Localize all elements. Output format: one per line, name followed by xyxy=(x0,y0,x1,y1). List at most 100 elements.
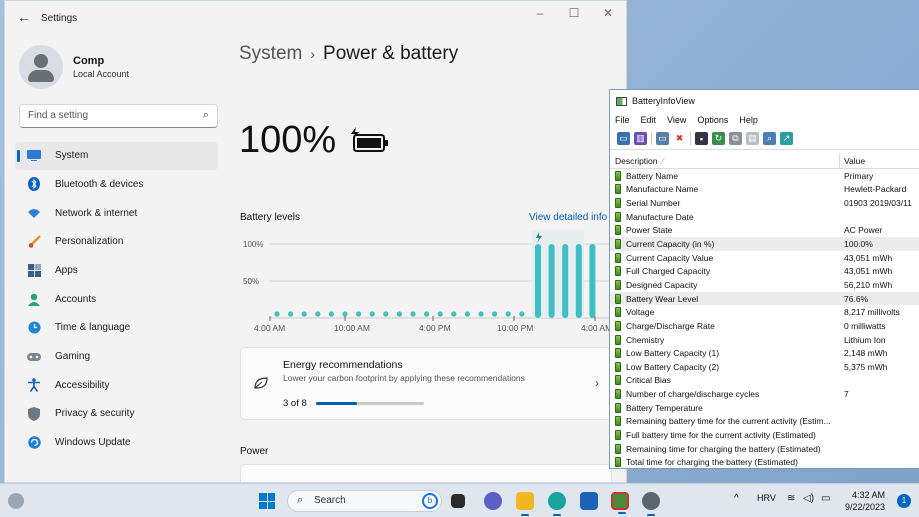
store-icon[interactable] xyxy=(580,492,598,510)
table-row[interactable]: Full Charged Capacity 43,051 mWh xyxy=(610,264,919,278)
row-description: Designed Capacity xyxy=(610,279,840,290)
chart-bar[interactable] xyxy=(535,244,541,318)
energy-recommendations-card[interactable]: Energy recommendations Lower your carbon… xyxy=(240,347,612,420)
menu-view[interactable]: View xyxy=(667,115,686,125)
save-icon[interactable]: ▪ xyxy=(695,132,708,145)
row-description: Low Battery Capacity (1) xyxy=(610,348,840,359)
menu-edit[interactable]: Edit xyxy=(641,115,657,125)
battery-log-icon[interactable]: ▥ xyxy=(634,132,647,145)
refresh-icon[interactable]: ↻ xyxy=(712,132,725,145)
wifi-icon[interactable]: ≋ xyxy=(787,493,795,504)
table-row[interactable]: Chemistry Lithium Ion xyxy=(610,333,919,347)
widgets-icon[interactable] xyxy=(8,493,24,509)
row-description-text: Manufacture Date xyxy=(626,211,694,222)
bing-icon[interactable]: b xyxy=(422,493,438,509)
sidebar-item-accessibility[interactable]: Accessibility xyxy=(15,372,218,400)
sidebar-item-time-language[interactable]: Time & language xyxy=(15,314,218,342)
minimize-icon[interactable]: – xyxy=(530,6,550,20)
menu-options[interactable]: Options xyxy=(697,115,728,125)
table-row[interactable]: Manufacture Date xyxy=(610,210,919,224)
table-row[interactable]: Battery Temperature xyxy=(610,401,919,415)
battery-row-icon xyxy=(615,375,621,386)
window-icon[interactable]: ▭ xyxy=(656,132,669,145)
column-header-description[interactable]: Description ⁄ xyxy=(610,153,840,168)
row-description-text: Full battery time for the current activi… xyxy=(626,429,816,440)
table-row[interactable]: Remaining time for charging the battery … xyxy=(610,442,919,456)
table-row[interactable]: Voltage 8,217 millivolts xyxy=(610,305,919,319)
copy-icon[interactable]: ⧉ xyxy=(729,132,742,145)
table-row[interactable]: Remaining battery time for the current a… xyxy=(610,415,919,429)
menu-file[interactable]: File xyxy=(615,115,630,125)
sidebar-item-windows-update[interactable]: Windows Update xyxy=(15,429,218,457)
biv-title-bar: BatteryInfoView xyxy=(610,90,919,112)
file-explorer-icon[interactable] xyxy=(516,492,534,516)
sidebar-item-system[interactable]: System xyxy=(15,142,218,170)
sidebar-item-network[interactable]: Network & internet xyxy=(15,199,218,227)
sidebar-item-bluetooth[interactable]: Bluetooth & devices xyxy=(15,171,218,199)
user-profile[interactable]: Comp Local Account xyxy=(19,45,129,89)
row-description-text: Battery Wear Level xyxy=(626,293,699,304)
sidebar-item-accounts[interactable]: Accounts xyxy=(15,285,218,313)
row-value: 8,217 millivolts xyxy=(844,307,900,318)
table-row[interactable]: Full battery time for the current activi… xyxy=(610,428,919,442)
exit-icon[interactable]: ↗ xyxy=(780,132,793,145)
table-row[interactable]: Critical Bias xyxy=(610,374,919,388)
chart-idle-dot xyxy=(396,311,402,317)
notification-badge[interactable]: 1 xyxy=(897,494,911,508)
chart-bar[interactable] xyxy=(548,244,555,318)
battery-row-icon xyxy=(615,443,621,454)
language-indicator[interactable]: HRV xyxy=(757,493,776,503)
search-icon: ⌕ xyxy=(202,109,209,121)
table-row[interactable]: Total time for charging the battery (Est… xyxy=(610,455,919,468)
table-row[interactable]: Power State AC Power xyxy=(610,224,919,238)
breadcrumb-parent[interactable]: System xyxy=(239,43,302,64)
back-arrow-icon[interactable]: ← xyxy=(17,9,31,25)
clock[interactable]: 4:32 AM 9/22/2023 xyxy=(845,489,885,513)
sidebar-item-privacy-security[interactable]: Privacy & security xyxy=(15,400,218,428)
taskbar-search[interactable]: ⌕ Search b xyxy=(287,490,442,512)
table-row[interactable]: Current Capacity Value 43,051 mWh xyxy=(610,251,919,265)
row-description: Current Capacity Value xyxy=(610,252,840,263)
edge-icon[interactable] xyxy=(548,492,566,516)
table-row[interactable]: Low Battery Capacity (2) 5,375 mWh xyxy=(610,360,919,374)
page-title: Power & battery xyxy=(323,43,459,64)
chevron-up-icon[interactable]: ^ xyxy=(734,493,739,504)
menu-help[interactable]: Help xyxy=(739,115,758,125)
view-detailed-info-link[interactable]: View detailed info xyxy=(529,212,607,223)
table-row[interactable]: Current Capacity (in %) 100.0% xyxy=(610,237,919,251)
settings-search-input[interactable]: Find a setting ⌕ xyxy=(19,104,218,128)
table-row[interactable]: Manufacture Name Hewlett-Packard xyxy=(610,183,919,197)
table-row[interactable]: Battery Wear Level 76.6% xyxy=(610,291,919,306)
table-row[interactable]: Serial Number 01903 2019/03/11 xyxy=(610,196,919,210)
battery-charging-icon xyxy=(351,127,388,152)
table-row[interactable]: Low Battery Capacity (1) 2,148 mWh xyxy=(610,346,919,360)
batteryinfoview-taskbar-icon[interactable] xyxy=(611,492,629,514)
sidebar-item-apps[interactable]: Apps xyxy=(15,257,218,285)
chevron-right-icon[interactable]: › xyxy=(595,376,599,390)
row-description: Battery Name xyxy=(610,170,840,181)
table-row[interactable]: Designed Capacity 56,210 mWh xyxy=(610,278,919,292)
battery-icon[interactable]: ▭ xyxy=(821,493,830,504)
html-report-icon[interactable]: ▤ xyxy=(746,132,759,145)
chart-bar[interactable] xyxy=(562,244,569,318)
volume-icon[interactable]: ◁) xyxy=(803,493,814,504)
task-view-icon[interactable] xyxy=(451,494,465,508)
table-row[interactable]: Number of charge/discharge cycles 7 xyxy=(610,387,919,401)
sidebar-item-gaming[interactable]: Gaming xyxy=(15,343,218,371)
chart-bar[interactable] xyxy=(575,244,582,318)
sidebar-item-personalization[interactable]: Personalization xyxy=(15,228,218,256)
settings-gear-icon[interactable] xyxy=(642,492,660,516)
close-icon[interactable]: ✕ xyxy=(598,6,618,20)
table-row[interactable]: Battery Name Primary xyxy=(610,169,919,183)
battery-info-icon[interactable]: ▭ xyxy=(617,132,630,145)
chat-icon[interactable] xyxy=(484,492,502,510)
row-description: Battery Temperature xyxy=(610,402,840,413)
column-header-value[interactable]: Value xyxy=(840,156,865,166)
find-icon[interactable]: ⌕ xyxy=(763,132,776,145)
start-button[interactable] xyxy=(259,493,275,509)
delete-icon[interactable]: ✖ xyxy=(673,132,686,145)
maximize-icon[interactable]: ☐ xyxy=(564,6,584,20)
chart-bar[interactable] xyxy=(589,244,596,318)
table-row[interactable]: Charge/Discharge Rate 0 milliwatts xyxy=(610,319,919,333)
power-card[interactable] xyxy=(240,464,612,482)
